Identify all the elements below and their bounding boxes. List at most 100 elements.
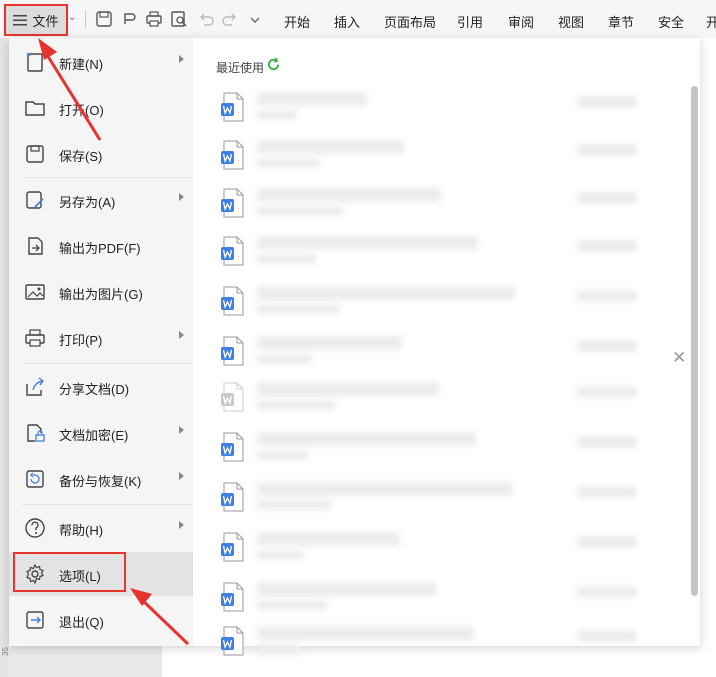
submenu-arrow-icon — [179, 426, 184, 434]
menu-item-save-as[interactable]: 另存为(A) — [9, 178, 193, 222]
word-document-icon — [221, 626, 244, 656]
save-icon[interactable] — [94, 9, 114, 29]
printer-icon[interactable] — [144, 9, 164, 29]
blurred-filename — [257, 336, 402, 350]
menu-item-new[interactable]: 新建(N) — [9, 40, 193, 84]
document-margin — [9, 646, 162, 677]
word-document-icon — [221, 382, 244, 412]
blurred-file-date — [577, 486, 637, 498]
new-document-icon — [26, 52, 43, 72]
blurred-filename — [257, 482, 513, 496]
redo-icon[interactable] — [220, 9, 240, 29]
word-document-icon — [221, 336, 244, 366]
blurred-file-path — [257, 550, 304, 560]
blurred-file-date — [577, 536, 637, 548]
blurred-filename — [257, 286, 515, 300]
blurred-file-path — [257, 644, 300, 654]
save-icon — [26, 145, 44, 163]
tab-page-layout[interactable]: 页面布局 — [384, 12, 436, 31]
toolbar-divider — [85, 10, 86, 28]
menu-item-backup[interactable]: 备份与恢复(K) — [9, 457, 193, 501]
recent-file-row[interactable] — [221, 476, 641, 516]
folder-open-icon — [25, 101, 45, 116]
help-icon — [25, 518, 45, 538]
tab-references[interactable]: 引用 — [457, 12, 483, 31]
export-icon[interactable] — [120, 9, 140, 29]
blurred-file-path — [257, 500, 331, 510]
recent-file-row[interactable] — [221, 526, 641, 566]
menu-item-export-pdf[interactable]: 输出为PDF(F) — [9, 224, 193, 268]
word-document-icon — [221, 286, 244, 316]
hamburger-menu-icon — [13, 15, 28, 26]
blurred-file-date — [577, 436, 637, 448]
blurred-file-date — [577, 586, 637, 598]
recent-file-row[interactable] — [221, 576, 641, 616]
menu-item-label: 打开(O) — [59, 103, 104, 118]
undo-icon[interactable] — [196, 9, 216, 29]
printer-icon — [25, 329, 45, 347]
menu-item-save[interactable]: 保存(S) — [9, 132, 193, 176]
backup-restore-icon — [26, 470, 44, 488]
refresh-icon[interactable] — [266, 57, 281, 72]
submenu-arrow-icon — [179, 55, 184, 63]
blurred-file-date — [577, 144, 637, 156]
close-icon[interactable]: ✕ — [672, 348, 686, 368]
recent-file-row[interactable] — [221, 330, 641, 370]
top-toolbar: 文件 ⌄ 开始 插入 页面布局 引用 审阅 视图 章节 安全 开 — [0, 0, 716, 39]
blurred-file-date — [577, 290, 637, 302]
menu-divider — [23, 363, 193, 364]
tab-insert[interactable]: 插入 — [334, 12, 360, 31]
word-document-icon — [221, 92, 244, 122]
recent-file-row[interactable] — [221, 134, 641, 174]
recent-file-row[interactable] — [221, 230, 641, 270]
menu-item-exit[interactable]: 退出(Q) — [9, 598, 193, 642]
file-menu-list: 新建(N) 打开(O) 保存(S) 另存为(A) 输出为PDF(F) 输出为图片… — [9, 38, 193, 646]
tab-security[interactable]: 安全 — [658, 12, 684, 31]
recent-file-row[interactable] — [221, 86, 641, 126]
menu-item-print[interactable]: 打印(P) — [9, 316, 193, 360]
tab-review[interactable]: 审阅 — [508, 12, 534, 31]
tab-chapter[interactable]: 章节 — [608, 12, 634, 31]
submenu-arrow-icon — [179, 193, 184, 201]
word-document-icon — [221, 236, 244, 266]
tab-more[interactable]: 开 — [706, 12, 716, 31]
recent-file-row[interactable] — [221, 280, 641, 320]
chevron-down-icon[interactable]: ⌄ — [68, 12, 76, 23]
blurred-file-date — [577, 240, 637, 252]
blurred-filename — [257, 532, 400, 546]
blurred-filename — [257, 626, 474, 640]
recent-file-row[interactable] — [221, 376, 641, 416]
menu-item-label: 分享文档(D) — [59, 382, 130, 397]
recent-files-title: 最近使用 — [216, 61, 265, 75]
scrollbar[interactable] — [691, 86, 698, 596]
file-menu-panel: 新建(N) 打开(O) 保存(S) 另存为(A) 输出为PDF(F) 输出为图片… — [9, 38, 700, 656]
submenu-arrow-icon — [179, 521, 184, 529]
file-menu-button[interactable]: 文件 — [4, 4, 68, 36]
print-preview-icon[interactable] — [169, 9, 189, 29]
menu-item-share[interactable]: 分享文档(D) — [9, 365, 193, 409]
blurred-file-date — [577, 192, 637, 204]
menu-item-help[interactable]: 帮助(H) — [9, 506, 193, 550]
menu-item-label: 备份与恢复(K) — [59, 474, 142, 489]
menu-item-export-image[interactable]: 输出为图片(G) — [9, 270, 193, 314]
image-export-icon — [25, 284, 45, 300]
blurred-file-date — [577, 386, 637, 398]
recent-file-row[interactable] — [221, 620, 641, 660]
blurred-file-path — [257, 600, 327, 610]
recent-file-row[interactable] — [221, 426, 641, 466]
menu-item-label: 输出为图片(G) — [59, 287, 143, 302]
tab-home[interactable]: 开始 — [284, 12, 310, 31]
blurred-file-date — [577, 96, 637, 108]
share-icon — [26, 377, 44, 396]
menu-item-encrypt[interactable]: 文档加密(E) — [9, 411, 193, 455]
menu-item-label: 输出为PDF(F) — [59, 241, 141, 256]
menu-item-open[interactable]: 打开(O) — [9, 86, 193, 130]
tab-view[interactable]: 视图 — [558, 12, 584, 31]
word-document-icon — [221, 532, 244, 562]
quick-access-dropdown-icon[interactable] — [245, 9, 265, 29]
blurred-filename — [257, 236, 478, 250]
blurred-file-date — [577, 630, 637, 642]
blurred-filename — [257, 582, 437, 596]
recent-file-row[interactable] — [221, 182, 641, 222]
menu-item-label: 打印(P) — [59, 333, 103, 348]
